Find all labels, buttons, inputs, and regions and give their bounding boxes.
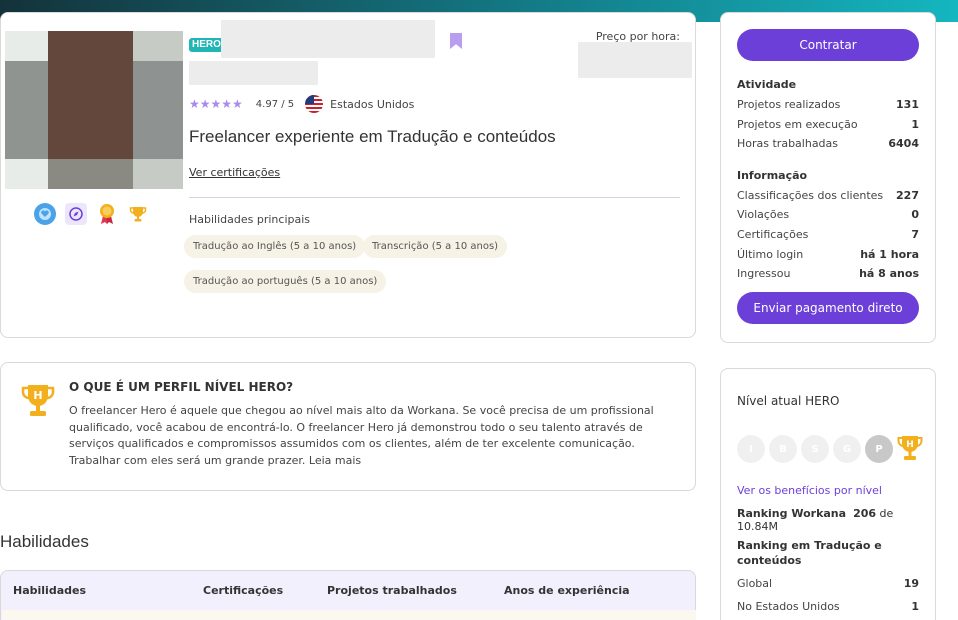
activity-title: Atividade [737,78,797,91]
workana-ranking: Ranking Workana 206 de 10.84M [737,507,894,533]
column-header[interactable]: Habilidades [13,584,86,597]
hero-info-title: O QUE É UM PERFIL NÍVEL HERO? [69,380,294,394]
certifications-link[interactable]: Ver certificações [189,166,280,179]
compass-badge-icon[interactable] [65,203,87,225]
skill-chip[interactable]: Tradução ao Inglês (5 a 10 anos) [184,235,366,258]
skill-chip[interactable]: Transcrição (5 a 10 anos) [363,235,508,258]
profile-photo [5,31,183,189]
level-badges: I B S G P H [737,435,925,463]
stat-row: Ingressou há 8 anos [737,267,919,280]
level-badge: P [865,435,893,463]
hero-tag: HERO [189,38,224,52]
rating-value: 4.97 / 5 [255,98,295,110]
svg-text:H: H [33,389,42,402]
send-payment-button[interactable]: Enviar pagamento direto [737,292,919,324]
price-blurred [578,42,692,78]
level-benefits-link[interactable]: Ver os benefícios por nível [737,484,882,497]
level-badge: I [737,435,765,463]
stat-row: Horas trabalhadas 6404 [737,137,919,150]
skills-title: Habilidades principais [189,213,311,226]
stat-row: Violações 0 [737,208,919,221]
name-blurred [221,20,435,58]
level-badge: G [833,435,861,463]
skills-table-header: Habilidades Certificações Projetos traba… [0,570,696,620]
svg-text:H: H [906,440,914,450]
stat-row: Projetos em execução 1 [737,118,919,131]
category-ranking-title: Ranking em Tradução e conteúdos [737,539,882,567]
stat-row: Último login há 1 hora [737,248,919,261]
level-title: Nível atual HERO [737,394,840,408]
hire-card: Contratar Atividade Projetos realizados 1… [720,12,936,343]
info-title: Informação [737,169,808,182]
country: Estados Unidos [330,97,415,111]
heart-badge-icon[interactable] [34,203,56,225]
hero-info-card: H O QUE É UM PERFIL NÍVEL HERO? O freela… [0,362,696,491]
column-header[interactable]: Certificações [203,584,283,597]
username-blurred [189,61,318,85]
trophy-icon[interactable] [127,203,149,225]
divider [189,197,680,198]
bookmark-icon[interactable] [450,33,462,49]
level-badge: B [769,435,797,463]
rating-stars: ★★★★★ [189,97,243,111]
stat-row: No Estados Unidos 1 [737,600,919,613]
stat-row: Projetos realizados 131 [737,98,919,111]
level-card: Nível atual HERO I B S G P H Ver os bene… [720,368,936,620]
column-header[interactable]: Projetos trabalhados [327,584,457,597]
rating-row: ★★★★★ 4.97 / 5 Estados Unidos [189,95,414,113]
stat-row: Classificações dos clientes 227 [737,189,919,202]
table-row [2,610,696,620]
hero-info-text: O freelancer Hero é aquele que chegou ao… [69,404,654,467]
medal-icon[interactable] [96,203,118,225]
stat-row: Global 19 [737,577,919,590]
us-flag-icon [305,95,324,113]
hero-trophy-icon: H [21,383,55,423]
column-header[interactable]: Anos de experiência [504,584,630,597]
profile-card: HERO Preço por hora: ★★★★★ 4.97 / 5 Esta… [0,12,696,338]
skills-section-title: Habilidades [0,532,89,551]
achievement-badges [34,203,149,225]
hero-level-trophy-icon: H [897,435,925,463]
stat-row: Certificações 7 [737,228,919,241]
hire-button[interactable]: Contratar [737,29,919,61]
skill-chip[interactable]: Tradução ao português (5 a 10 anos) [184,270,387,293]
level-badge: S [801,435,829,463]
profile-headline: Freelancer experiente em Tradução e cont… [189,127,556,146]
